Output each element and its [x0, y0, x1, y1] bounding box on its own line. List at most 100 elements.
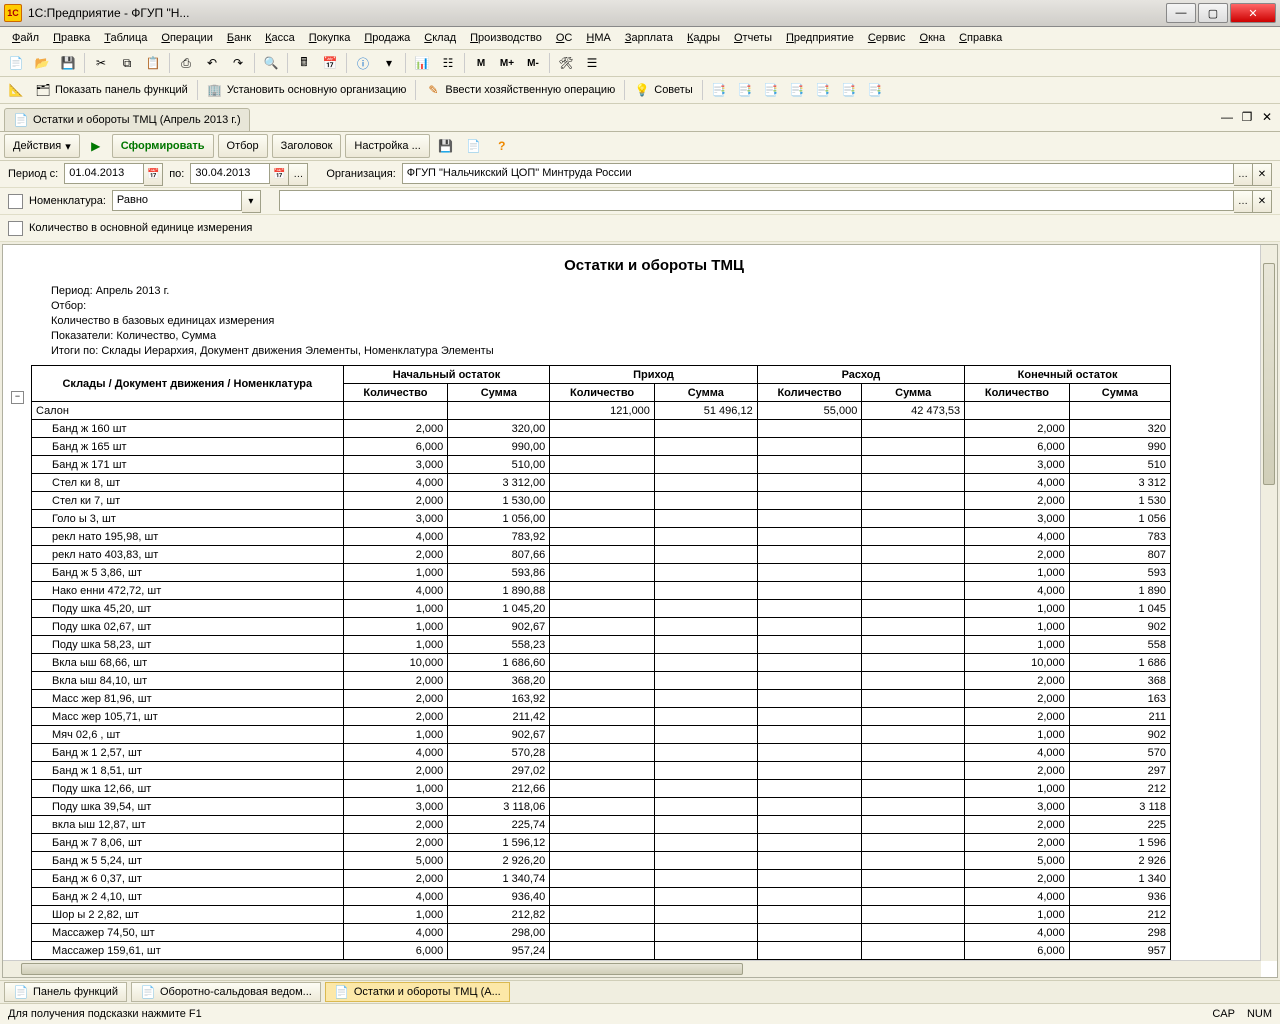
period-select-button[interactable]: … [289, 163, 308, 186]
filter-button[interactable]: Отбор [218, 134, 268, 158]
show-panel-button[interactable]: 🗂Показать панель функций [30, 78, 193, 102]
table-row[interactable]: рекл нато 403,83, шт2,000807,662,000807 [32, 546, 1171, 564]
doc-close-button[interactable]: ✕ [1258, 108, 1276, 126]
tb-icon-1[interactable]: 📑 [707, 78, 731, 102]
doc-minimize-button[interactable]: — [1218, 108, 1236, 126]
redo-icon[interactable]: ↷ [226, 51, 250, 75]
menu-справка[interactable]: Справка [953, 30, 1008, 46]
actions-button[interactable]: Действия ▾ [4, 134, 80, 158]
document-tab[interactable]: 📄 Остатки и обороты ТМЦ (Апрель 2013 г.) [4, 108, 250, 131]
menu-предприятие[interactable]: Предприятие [780, 30, 860, 46]
header-button[interactable]: Заголовок [272, 134, 342, 158]
paste-icon[interactable]: 📋 [141, 51, 165, 75]
calendar-icon[interactable]: 📅 [318, 51, 342, 75]
table-row[interactable]: Нако енни 472,72, шт4,0001 890,884,0001 … [32, 582, 1171, 600]
tb-icon-2[interactable]: 📑 [733, 78, 757, 102]
tree-icon[interactable]: ☷ [436, 51, 460, 75]
org-select-button[interactable]: … [1234, 163, 1253, 186]
settings-button[interactable]: Настройка ... [345, 134, 429, 158]
date-from-picker-icon[interactable]: 📅 [144, 163, 163, 186]
open-icon[interactable]: 📂 [30, 51, 54, 75]
report-icon[interactable]: 📊 [410, 51, 434, 75]
menu-операции[interactable]: Операции [155, 30, 218, 46]
menu-зарплата[interactable]: Зарплата [619, 30, 679, 46]
menu-сервис[interactable]: Сервис [862, 30, 912, 46]
table-row[interactable]: Вкла ыш 68,66, шт10,0001 686,6010,0001 6… [32, 654, 1171, 672]
menu-правка[interactable]: Правка [47, 30, 96, 46]
table-row[interactable]: Мяч 02,6 , шт1,000902,671,000902 [32, 726, 1171, 744]
table-row[interactable]: Стел ки 7, шт2,0001 530,002,0001 530 [32, 492, 1171, 510]
menu-банк[interactable]: Банк [221, 30, 257, 46]
qty-base-checkbox[interactable] [8, 221, 23, 236]
help-icon[interactable]: ? [490, 134, 514, 158]
table-row[interactable]: Масс жер 105,71, шт2,000211,422,000211 [32, 708, 1171, 726]
nomen-clear-button[interactable]: ✕ [1253, 190, 1272, 213]
date-to-picker-icon[interactable]: 📅 [270, 163, 289, 186]
m-plus-button[interactable]: M+ [495, 51, 519, 75]
table-row[interactable]: Банд ж 6 0,37, шт2,0001 340,742,0001 340 [32, 870, 1171, 888]
menu-файл[interactable]: Файл [6, 30, 45, 46]
table-row[interactable]: Стел ки 8, шт4,0003 312,004,0003 312 [32, 474, 1171, 492]
tools-icon[interactable]: 🛠 [554, 51, 578, 75]
run-icon[interactable]: ▶ [84, 134, 108, 158]
tb-icon-7[interactable]: 📑 [863, 78, 887, 102]
save-settings-icon[interactable]: 💾 [434, 134, 458, 158]
nomen-checkbox[interactable] [8, 194, 23, 209]
table-row[interactable]: Бандаж 1 50, шт1,0001 350,001,0001 350 [32, 978, 1171, 979]
task-tab[interactable]: 📄Оборотно-сальдовая ведом... [131, 982, 321, 1002]
table-row[interactable]: Банд ж 2 4,10, шт4,000936,404,000936 [32, 888, 1171, 906]
set-org-button[interactable]: 🏢Установить основную организацию [202, 78, 412, 102]
nomen-op-dropdown-icon[interactable]: ▾ [242, 190, 261, 213]
maximize-button[interactable]: ▢ [1198, 3, 1228, 23]
date-from-input[interactable] [64, 163, 144, 184]
table-row[interactable]: Банд ж 1 8,51, шт2,000297,022,000297 [32, 762, 1171, 780]
menu-окна[interactable]: Окна [914, 30, 952, 46]
menu-покупка[interactable]: Покупка [303, 30, 357, 46]
table-row[interactable]: Поду шка 12,66, шт1,000212,661,000212 [32, 780, 1171, 798]
table-row[interactable]: Банд ж 5 5,24, шт5,0002 926,205,0002 926 [32, 852, 1171, 870]
vertical-scrollbar[interactable] [1260, 245, 1277, 961]
table-row[interactable]: Банд ж 1 2,57, шт4,000570,284,000570 [32, 744, 1171, 762]
tree-collapse-toggle[interactable]: − [11, 391, 24, 404]
new-icon[interactable]: 📄 [4, 51, 28, 75]
table-row[interactable]: Банд ж 165 шт6,000990,006,000990 [32, 438, 1171, 456]
menu-нма[interactable]: НМА [580, 30, 616, 46]
tb-icon-3[interactable]: 📑 [759, 78, 783, 102]
undo-icon[interactable]: ↶ [200, 51, 224, 75]
table-row[interactable]: рекл нато 195,98, шт4,000783,924,000783 [32, 528, 1171, 546]
table-row[interactable]: Поду шка 58,23, шт1,000558,231,000558 [32, 636, 1171, 654]
dropdown-icon[interactable]: ▾ [377, 51, 401, 75]
menu-производство[interactable]: Производство [464, 30, 548, 46]
table-row[interactable]: Банд ж 5 3,86, шт1,000593,861,000593 [32, 564, 1171, 582]
table-row[interactable]: Шор ы 2 2,82, шт1,000212,821,000212 [32, 906, 1171, 924]
task-tab[interactable]: 📄Панель функций [4, 982, 127, 1002]
close-button[interactable]: ✕ [1230, 3, 1276, 23]
cut-icon[interactable]: ✂ [89, 51, 113, 75]
ruler-icon[interactable]: 📐 [4, 78, 28, 102]
org-clear-button[interactable]: ✕ [1253, 163, 1272, 186]
tb-icon-6[interactable]: 📑 [837, 78, 861, 102]
tb-icon-5[interactable]: 📑 [811, 78, 835, 102]
table-row[interactable]: Массажер 74,50, шт4,000298,004,000298 [32, 924, 1171, 942]
horizontal-scrollbar[interactable] [3, 960, 1261, 977]
save-icon[interactable]: 💾 [56, 51, 80, 75]
menu-отчеты[interactable]: Отчеты [728, 30, 778, 46]
m-minus-button[interactable]: M- [521, 51, 545, 75]
tb-icon-4[interactable]: 📑 [785, 78, 809, 102]
group-cell[interactable]: Салон [32, 402, 344, 420]
table-row[interactable]: Банд ж 171 шт3,000510,003,000510 [32, 456, 1171, 474]
doc-restore-button[interactable]: ❐ [1238, 108, 1256, 126]
table-row[interactable]: Банд ж 7 8,06, шт2,0001 596,122,0001 596 [32, 834, 1171, 852]
table-row[interactable]: Поду шка 39,54, шт3,0003 118,063,0003 11… [32, 798, 1171, 816]
find-icon[interactable]: 🔍 [259, 51, 283, 75]
menu-продажа[interactable]: Продажа [358, 30, 416, 46]
table-row[interactable]: Массажер 159,61, шт6,000957,246,000957 [32, 942, 1171, 960]
print-icon[interactable]: ⎙ [174, 51, 198, 75]
nomen-select-button[interactable]: … [1234, 190, 1253, 213]
menu-склад[interactable]: Склад [418, 30, 462, 46]
org-input[interactable] [402, 163, 1234, 184]
table-row[interactable]: Банд ж 160 шт2,000320,002,000320 [32, 420, 1171, 438]
list-icon[interactable]: ☰ [580, 51, 604, 75]
task-tab[interactable]: 📄Остатки и обороты ТМЦ (А... [325, 982, 510, 1002]
info-icon[interactable]: ⓘ [351, 51, 375, 75]
